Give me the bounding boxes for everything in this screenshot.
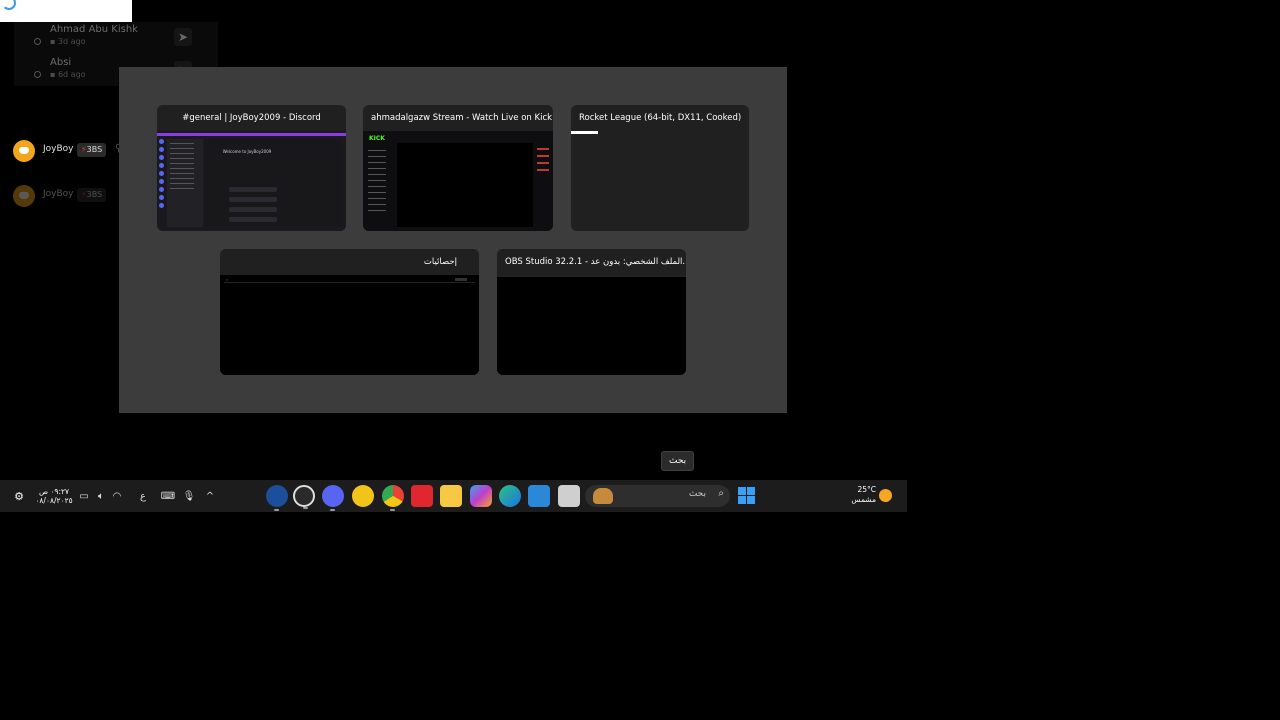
window-icon[interactable] (558, 485, 580, 507)
obs-icon[interactable] (293, 485, 315, 509)
window-thumb-statistics[interactable]: إحصائيات ⌕ (220, 249, 479, 375)
statistics-preview: ⌕ (220, 275, 479, 375)
task-view: #general | JoyBoy2009 - Discord Welcome … (119, 67, 787, 413)
wifi-icon[interactable]: ◠ (109, 480, 125, 512)
bot-icon[interactable] (352, 485, 374, 507)
input-language[interactable]: ع (135, 480, 151, 512)
window-thumb-discord[interactable]: #general | JoyBoy2009 - Discord Welcome … (157, 105, 346, 231)
wps-icon[interactable] (411, 485, 433, 507)
copilot-icon[interactable] (470, 485, 492, 507)
window-title: إحصائيات (423, 257, 457, 267)
discord-icon[interactable] (322, 485, 344, 511)
send-arrow-icon[interactable]: ➤ (174, 28, 192, 46)
window-thumb-kick[interactable]: ahmadalgazw Stream - Watch Live on Kick … (363, 105, 553, 231)
window-title: Rocket League (64-bit, DX11, Cooked) (579, 113, 742, 123)
white-popup-fragment (0, 0, 132, 22)
search-label: بحث (688, 489, 706, 499)
window-title: OBS Studio 32.2.1 - الملف الشخصي: بدون ع… (505, 257, 686, 267)
window-title: #general | JoyBoy2009 - Discord (182, 113, 321, 123)
notification-name: Absi (50, 57, 72, 68)
discord-avatar-icon (13, 185, 35, 207)
settings-gear-icon[interactable]: ⚙ (12, 480, 26, 512)
clock[interactable]: ٠٩:٢٧ ص ٠٨/٠٨/٢٠٢٥ (26, 480, 82, 512)
notification-time: ▪ 6d ago (50, 70, 86, 79)
weather-temp: 25°C (857, 485, 876, 494)
obs-preview (497, 275, 686, 375)
sun-icon[interactable] (879, 489, 892, 502)
clan-tag-badge: ⚡3BS (77, 188, 107, 202)
discord-username: JoyBoy (43, 144, 74, 154)
clock-date: ٠٨/٠٨/٢٠٢٥ (35, 496, 73, 505)
window-thumb-obs[interactable]: OBS Studio 32.2.1 - الملف الشخصي: بدون ع… (497, 249, 686, 375)
status-dot-icon (34, 38, 41, 45)
notification-time: ▪ 3d ago (50, 37, 86, 46)
search-tooltip: بحث (661, 451, 695, 471)
rocket-league-preview (571, 131, 749, 231)
status-dot-icon (34, 71, 41, 78)
weather-desc: مشمس (851, 495, 876, 504)
discord-voice-user: JoyBoy ⚡3BS (13, 185, 133, 207)
kick-logo: KICK (369, 135, 385, 142)
clan-tag-badge: ⚡3BS (77, 143, 107, 157)
chrome-icon[interactable] (382, 485, 404, 511)
discord-username: JoyBoy (43, 189, 74, 199)
edge-icon[interactable] (499, 485, 521, 507)
search-box[interactable]: بحث ⌕ (585, 485, 730, 507)
notification-item[interactable]: Ahmad Abu Kishk ▪ 3d ago ➤ (34, 24, 204, 52)
photos-icon[interactable] (528, 485, 550, 507)
file-explorer-icon[interactable] (440, 485, 462, 507)
weather-widget[interactable]: 25°C مشمس (846, 485, 876, 507)
discord-preview: Welcome to JoyBoy2009 (157, 131, 346, 231)
microphone-icon[interactable]: 🎙︎ (181, 480, 197, 512)
discord-welcome-text: Welcome to JoyBoy2009 (222, 149, 272, 154)
kick-preview: KICK (363, 131, 553, 231)
chevron-up-icon[interactable]: ^ (202, 480, 218, 512)
search-icon: ⌕ (718, 488, 724, 499)
start-windows-icon[interactable] (738, 487, 755, 504)
battery-icon[interactable]: ▭ (76, 480, 92, 512)
discord-voice-user: JoyBoy ⚡3BS ⚲ (13, 140, 133, 162)
clock-time: ٠٩:٢٧ ص (38, 487, 70, 496)
volume-icon[interactable]: 🔈︎ (93, 480, 109, 512)
loading-ring-icon (2, 0, 16, 10)
rocket-league-icon[interactable] (266, 485, 288, 511)
keyboard-icon[interactable]: ⌨ (160, 480, 176, 512)
window-thumb-rocket-league[interactable]: Rocket League (64-bit, DX11, Cooked) (571, 105, 749, 231)
search-highlight-cat-icon (593, 488, 613, 504)
discord-avatar-icon (13, 140, 35, 162)
notification-name: Ahmad Abu Kishk (50, 24, 138, 35)
taskbar: ⚙ ٠٩:٢٧ ص ٠٨/٠٨/٢٠٢٥ ▭ 🔈︎ ◠ ع ⌨ 🎙︎ ^ بحث… (0, 480, 907, 512)
window-title: ahmadalgazw Stream - Watch Live on Kick … (371, 113, 553, 123)
